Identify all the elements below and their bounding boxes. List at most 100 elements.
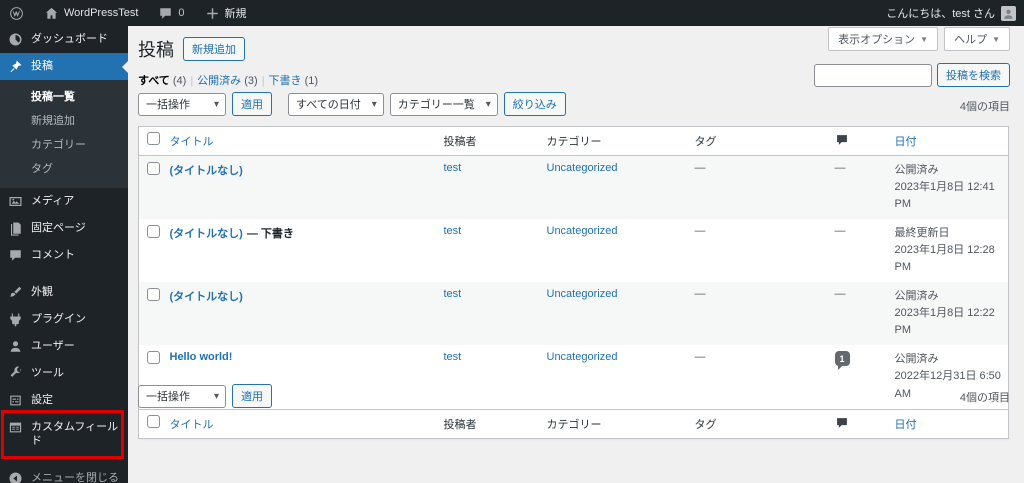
- sidebar-item-comments[interactable]: コメント: [0, 242, 128, 269]
- column-category: カテゴリー: [540, 126, 689, 156]
- wordpress-admin-screen: WordPressTest 0 新規 こんにちは、test さん ダッシュボード: [0, 0, 1024, 483]
- table-row: (タイトルなし) test Uncategorized — — 公開済み 2023…: [138, 282, 1009, 346]
- add-new-post-button[interactable]: 新規追加: [183, 37, 245, 61]
- post-status-filters: すべて (4) | 公開済み (3) | 下書き (1): [138, 75, 319, 87]
- row-checkbox[interactable]: [147, 162, 160, 175]
- column-author: 投稿者: [437, 126, 541, 156]
- tags-cell: —: [694, 288, 706, 301]
- site-name: WordPressTest: [64, 7, 139, 19]
- filter-all[interactable]: すべて (4): [138, 75, 186, 87]
- table-footer-row: タイトル 投稿者 カテゴリー タグ 日付: [138, 408, 1009, 439]
- pushpin-icon: [10, 60, 22, 73]
- row-checkbox[interactable]: [147, 225, 160, 239]
- comments-cell: —: [834, 288, 846, 301]
- comment-count-bubble[interactable]: 1: [834, 351, 850, 371]
- submenu-add-new[interactable]: 新規追加: [0, 108, 128, 132]
- greeting-text[interactable]: こんにちは、test さん: [886, 5, 995, 21]
- submenu-tags[interactable]: タグ: [0, 156, 128, 180]
- category-link[interactable]: Uncategorized: [547, 351, 618, 363]
- date-cell: 公開済み 2023年1月8日 12:41 PM: [894, 164, 995, 211]
- sidebar-item-tools[interactable]: ツール: [0, 360, 128, 387]
- filter-button[interactable]: 絞り込み: [503, 92, 566, 116]
- sidebar-item-appearance[interactable]: 外観: [0, 279, 128, 306]
- sidebar-item-posts[interactable]: 投稿: [0, 53, 128, 80]
- new-content-button[interactable]: 新規: [196, 0, 256, 26]
- user-silhouette-icon: [1004, 9, 1013, 19]
- sidebar-item-settings[interactable]: 設定: [0, 387, 128, 414]
- items-count-top: 4個の項目: [959, 101, 1010, 113]
- search-posts-input[interactable]: [814, 63, 932, 87]
- author-link[interactable]: test: [444, 288, 462, 300]
- plus-icon: [206, 7, 218, 19]
- post-title-link[interactable]: (タイトルなし): [170, 165, 243, 177]
- tags-cell: —: [694, 225, 706, 238]
- column-title[interactable]: タイトル: [170, 419, 214, 431]
- comments-cell: —: [834, 162, 846, 174]
- column-title[interactable]: タイトル: [170, 136, 214, 148]
- table-row: (タイトルなし) test Uncategorized — — 公開済み 2023…: [138, 155, 1009, 220]
- sidebar-menu: ダッシュボード 投稿 投稿一覧 新規追加 カテゴリー タグ メディア 固定ページ…: [0, 26, 128, 483]
- user-icon: [10, 341, 21, 352]
- post-title-link[interactable]: Hello world!: [170, 351, 233, 363]
- sidebar-item-plugins[interactable]: プラグイン: [0, 306, 128, 333]
- select-all-checkbox[interactable]: [147, 132, 160, 145]
- new-content-label: 新規: [224, 8, 247, 20]
- custom-fields-icon: [9, 422, 22, 433]
- draft-suffix: — 下書き: [246, 228, 294, 241]
- author-link[interactable]: test: [444, 351, 462, 363]
- date-cell: 最終更新日 2023年1月8日 12:28 PM: [894, 227, 995, 274]
- items-count-bottom: 4個の項目: [959, 392, 1010, 404]
- apply-button-bottom[interactable]: 適用: [232, 384, 272, 408]
- admin-bar: WordPressTest 0 新規 こんにちは、test さん: [0, 0, 1024, 26]
- submenu-categories[interactable]: カテゴリー: [0, 132, 128, 156]
- settings-icon: [10, 395, 21, 406]
- bulk-actions-select-bottom[interactable]: 一括操作: [138, 384, 226, 408]
- help-button[interactable]: ヘルプ ▼: [944, 27, 1010, 51]
- select-all-checkbox[interactable]: [147, 414, 160, 428]
- chevron-down-icon: ▼: [992, 34, 1000, 44]
- tags-cell: —: [694, 351, 706, 364]
- post-title-link[interactable]: (タイトルなし): [170, 228, 243, 240]
- sidebar-item-pages[interactable]: 固定ページ: [0, 215, 128, 242]
- avatar[interactable]: [1001, 5, 1016, 21]
- date-filter-select[interactable]: すべての日付: [288, 92, 384, 116]
- author-link[interactable]: test: [444, 162, 462, 174]
- sidebar-item-media[interactable]: メディア: [0, 188, 128, 215]
- screen-options-button[interactable]: 表示オプション ▼: [828, 27, 939, 51]
- column-date[interactable]: 日付: [895, 136, 917, 148]
- post-title-link[interactable]: (タイトルなし): [170, 291, 243, 303]
- wordpress-logo-icon[interactable]: [0, 0, 33, 26]
- sidebar-item-dashboard[interactable]: ダッシュボード: [0, 26, 128, 53]
- pages-icon: [11, 222, 21, 236]
- category-link[interactable]: Uncategorized: [547, 225, 618, 237]
- row-checkbox[interactable]: [147, 288, 160, 302]
- filter-published[interactable]: 公開済み (3): [197, 75, 258, 87]
- author-link[interactable]: test: [444, 225, 462, 237]
- posts-submenu: 投稿一覧 新規追加 カテゴリー タグ: [0, 80, 128, 188]
- admin-bar-comment-count: 0: [178, 7, 185, 19]
- plug-icon: [10, 313, 21, 327]
- column-date[interactable]: 日付: [895, 419, 917, 431]
- dashboard-icon: [9, 33, 22, 46]
- filter-draft[interactable]: 下書き (1): [269, 75, 319, 87]
- column-category: カテゴリー: [540, 408, 689, 439]
- site-name-item[interactable]: WordPressTest: [35, 0, 147, 26]
- category-filter-select[interactable]: カテゴリー一覧: [389, 92, 498, 116]
- search-posts-button[interactable]: 投稿を検索: [937, 63, 1010, 87]
- bulk-actions-select[interactable]: 一括操作: [138, 92, 226, 116]
- apply-button[interactable]: 適用: [232, 92, 272, 116]
- comment-bubble-icon: [160, 7, 172, 19]
- admin-bar-comments[interactable]: 0: [149, 0, 193, 26]
- collapse-menu-button[interactable]: メニューを閉じる: [0, 465, 128, 483]
- page-title: 投稿: [138, 40, 174, 60]
- comments-cell: —: [834, 225, 846, 238]
- content-area: 表示オプション ▼ ヘルプ ▼ 投稿 新規追加 すべて (4) | 公開済み (3) | 下…: [128, 26, 1024, 483]
- column-tags: タグ: [688, 408, 829, 439]
- submenu-all-posts[interactable]: 投稿一覧: [0, 84, 128, 108]
- sidebar-item-custom-fields[interactable]: カスタムフィールド: [0, 410, 128, 459]
- comments-column-icon: [836, 135, 847, 145]
- row-checkbox[interactable]: [147, 351, 160, 365]
- category-link[interactable]: Uncategorized: [547, 288, 618, 300]
- sidebar-item-users[interactable]: ユーザー: [0, 333, 128, 360]
- category-link[interactable]: Uncategorized: [547, 162, 618, 174]
